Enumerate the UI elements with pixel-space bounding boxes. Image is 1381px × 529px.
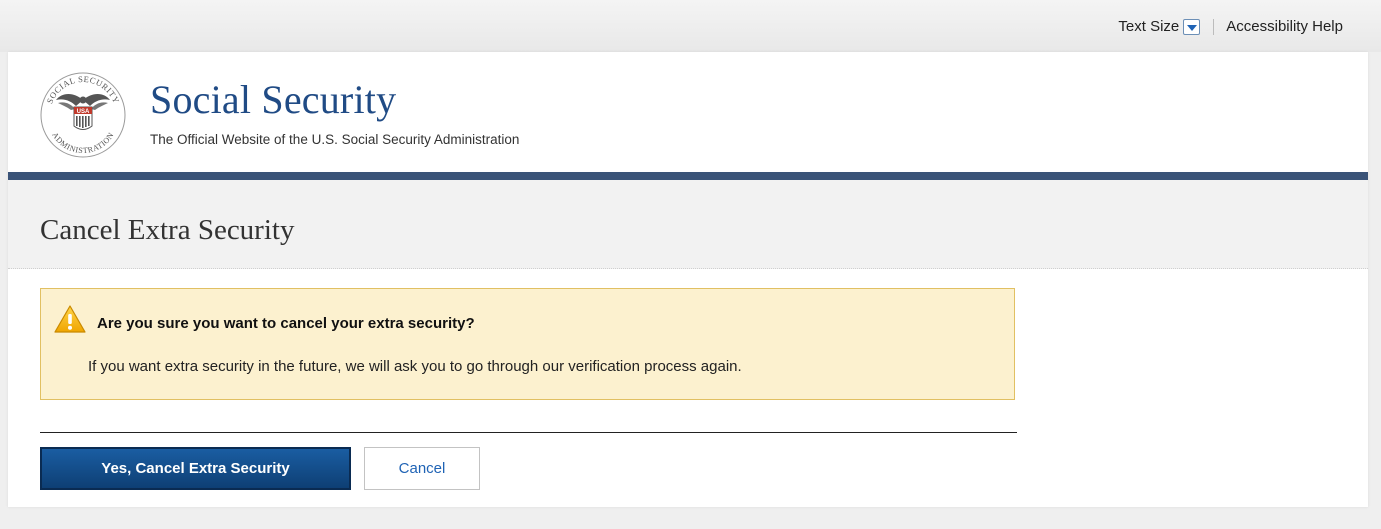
alert-title: Are you sure you want to cancel your ext… — [97, 315, 475, 332]
header-rule — [8, 172, 1368, 180]
main-frame: SOCIAL SECURITY ADMINISTRATION USA Socia… — [8, 52, 1368, 507]
utility-divider — [1213, 18, 1215, 35]
warning-alert: Are you sure you want to cancel your ext… — [40, 288, 1015, 400]
alert-body: If you want extra security in the future… — [88, 358, 742, 375]
svg-text:USA: USA — [77, 109, 90, 115]
page-title: Cancel Extra Security — [40, 214, 295, 246]
site-header: SOCIAL SECURITY ADMINISTRATION USA Socia… — [8, 52, 1368, 172]
page-header: Cancel Extra Security — [8, 180, 1368, 269]
site-subtitle: The Official Website of the U.S. Social … — [150, 132, 520, 147]
text-size-control[interactable]: Text Size — [1118, 18, 1201, 35]
ssa-seal-icon[interactable]: SOCIAL SECURITY ADMINISTRATION USA — [38, 70, 128, 160]
site-title[interactable]: Social Security — [150, 76, 396, 123]
confirm-cancel-extra-security-button[interactable]: Yes, Cancel Extra Security — [40, 447, 351, 490]
accessibility-help-link[interactable]: Accessibility Help — [1226, 18, 1343, 35]
warning-icon — [54, 305, 86, 333]
text-size-label: Text Size — [1118, 18, 1180, 35]
cancel-button[interactable]: Cancel — [364, 447, 480, 490]
chevron-down-icon[interactable] — [1183, 18, 1201, 35]
actions-divider — [40, 432, 1017, 433]
utility-bar: Text Size Accessibility Help — [1118, 18, 1343, 35]
